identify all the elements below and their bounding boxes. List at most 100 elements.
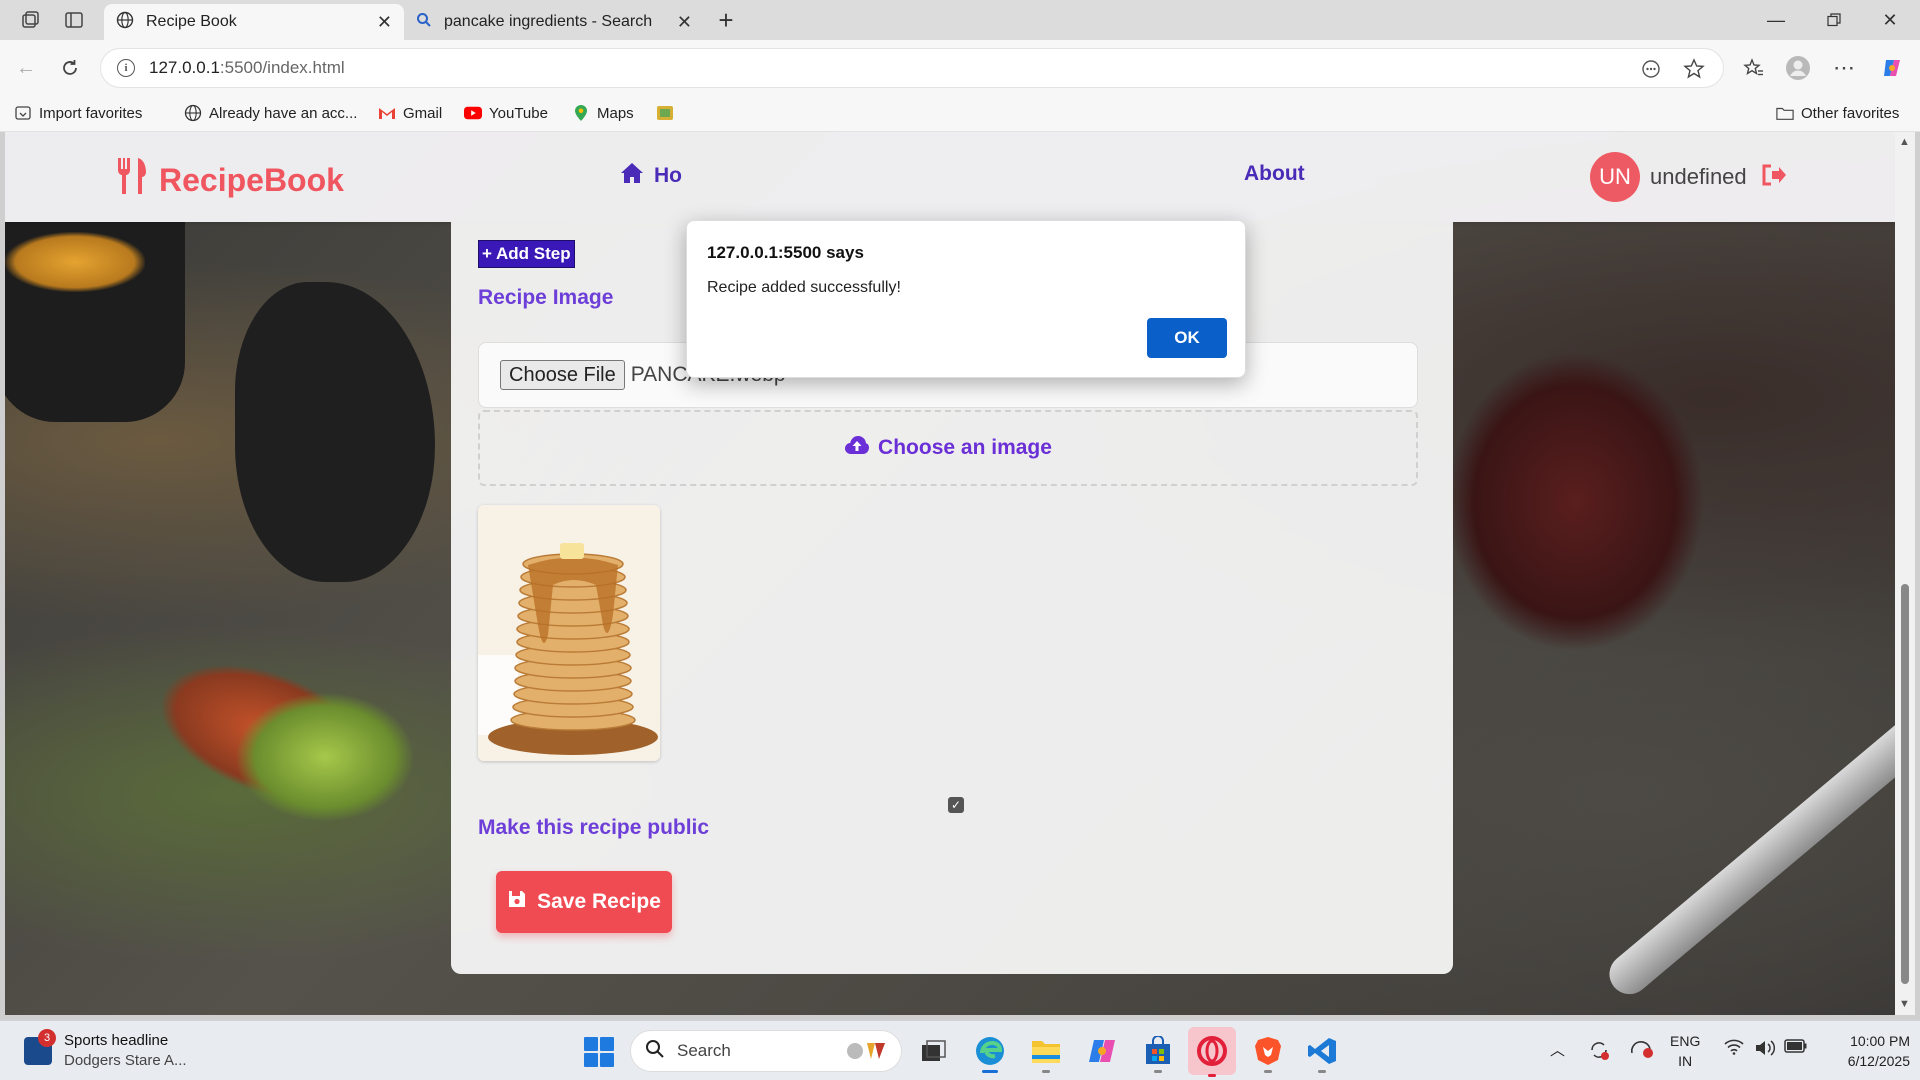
url-host: 127.0.0.1 (149, 58, 220, 77)
lang-bottom: IN (1678, 1053, 1693, 1069)
close-icon[interactable]: ✕ (677, 12, 692, 33)
reading-options-icon[interactable] (1641, 59, 1661, 84)
nav-about[interactable]: About (1244, 162, 1305, 186)
url-path: :5500/index.html (219, 58, 345, 77)
sync-icon[interactable] (1588, 1039, 1610, 1061)
fav-label: Maps (597, 104, 634, 122)
add-step-button[interactable]: + Add Step (478, 240, 575, 268)
store-icon[interactable] (1138, 1031, 1178, 1073)
recipe-image-label: Recipe Image (478, 286, 614, 309)
workspaces-icon[interactable] (18, 8, 42, 32)
fav-gmail[interactable]: Gmail (378, 104, 442, 122)
logout-icon[interactable] (1761, 164, 1787, 191)
favorites-icon[interactable] (1740, 54, 1768, 82)
maps-icon (572, 104, 590, 122)
site-header: RecipeBook Ho About UN undefined (5, 132, 1900, 222)
fav-label: Import favorites (39, 104, 143, 122)
favorites-bar: Import favorites Already have an acc... … (0, 96, 1920, 132)
restore-icon[interactable] (1820, 6, 1848, 34)
lang-top: ENG (1670, 1033, 1701, 1049)
minimize-icon[interactable]: — (1762, 6, 1790, 34)
tab-recipe-book[interactable]: Recipe Book ✕ (104, 4, 404, 40)
more-icon[interactable]: ⋯ (1830, 54, 1858, 82)
vertical-tabs-icon[interactable] (62, 8, 86, 32)
alert-ok-button[interactable]: OK (1147, 318, 1227, 358)
cloud-upload-icon (844, 435, 870, 461)
alert-title: 127.0.0.1:5500 says (707, 243, 864, 262)
show-hidden-icons[interactable]: ︿ (1550, 1039, 1565, 1060)
dropzone-label: Choose an image (878, 436, 1052, 459)
task-view-icon[interactable] (914, 1031, 954, 1071)
close-icon[interactable]: ✕ (377, 12, 392, 33)
url-input[interactable]: i 127.0.0.1:5500/index.html (100, 48, 1724, 88)
brand-logo[interactable]: RecipeBook (115, 156, 344, 204)
news-headline: Sports headline (64, 1032, 169, 1049)
fav-label: Already have an acc... (209, 104, 358, 122)
language-indicator[interactable]: ENG IN (1670, 1031, 1700, 1071)
youtube-icon (464, 104, 482, 122)
clock-date: 6/12/2025 (1847, 1053, 1910, 1069)
alert-dialog: 127.0.0.1:5500 says Recipe added success… (686, 220, 1246, 378)
nav-home-label: Ho (654, 164, 682, 187)
fav-maps[interactable]: Maps (572, 104, 634, 122)
alert-message: Recipe added successfully! (707, 279, 901, 296)
fav-folder[interactable] (656, 104, 681, 122)
fav-youtube[interactable]: YouTube (464, 104, 548, 122)
taskbar-search-placeholder: Search (677, 1041, 731, 1060)
scroll-up-icon[interactable]: ▲ (1899, 136, 1910, 148)
tab-pancake-search[interactable]: pancake ingredients - Search ✕ (404, 4, 704, 40)
close-window-icon[interactable]: ✕ (1876, 6, 1904, 34)
new-tab-button[interactable]: + (714, 5, 738, 35)
page-viewport: RecipeBook Ho About UN undefined + Add S… (5, 132, 1900, 1015)
public-checkbox[interactable]: ✓ (948, 797, 964, 813)
taskbar: 3 Sports headline Dodgers Stare A... Sea… (0, 1020, 1920, 1080)
user-menu[interactable]: UN undefined (1590, 152, 1787, 202)
home-icon (620, 162, 644, 190)
news-badge: 3 (38, 1029, 56, 1047)
avatar[interactable]: UN (1590, 152, 1640, 202)
scroll-thumb[interactable] (1901, 584, 1909, 984)
copilot-icon[interactable] (1878, 54, 1906, 82)
edge-icon[interactable] (970, 1031, 1010, 1073)
fav-already-have-account[interactable]: Already have an acc... (184, 104, 357, 122)
news-subtitle: Dodgers Stare A... (64, 1052, 187, 1069)
profile-icon[interactable] (1784, 54, 1812, 82)
copilot-app-icon[interactable] (1082, 1031, 1122, 1071)
fav-label: Other favorites (1801, 104, 1900, 122)
wifi-icon[interactable] (1724, 1039, 1744, 1055)
brave-icon[interactable] (1248, 1031, 1288, 1073)
back-arrow-icon[interactable]: ← (12, 54, 40, 82)
fav-other-favorites[interactable]: Other favorites (1776, 104, 1899, 122)
vscode-icon[interactable] (1302, 1031, 1342, 1073)
system-clock[interactable]: 10:00 PM 6/12/2025 (1822, 1031, 1910, 1071)
refresh-icon[interactable] (56, 54, 84, 82)
floppy-disk-icon (507, 889, 527, 915)
search-highlight-icon (845, 1039, 889, 1068)
file-explorer-icon[interactable] (1026, 1031, 1066, 1073)
taskbar-search[interactable]: Search (630, 1030, 902, 1072)
folder-image-icon (656, 104, 674, 122)
choose-file-button[interactable]: Choose File (500, 360, 625, 390)
public-label: Make this recipe public (478, 816, 710, 839)
utensils-icon (115, 156, 149, 204)
volume-icon[interactable] (1754, 1039, 1776, 1057)
news-icon: 3 (24, 1029, 56, 1065)
import-icon (14, 104, 32, 122)
scroll-down-icon[interactable]: ▼ (1899, 998, 1910, 1010)
save-recipe-button[interactable]: Save Recipe (496, 871, 672, 933)
news-widget[interactable]: 3 Sports headline Dodgers Stare A... (24, 1029, 187, 1071)
network-alert-icon[interactable] (1630, 1039, 1654, 1059)
address-toolbar: ← i 127.0.0.1:5500/index.html ⋯ (0, 40, 1920, 96)
tab-label: pancake ingredients - Search (444, 13, 653, 30)
nav-home[interactable]: Ho (620, 162, 682, 190)
fav-import-favorites[interactable]: Import favorites (14, 104, 142, 122)
site-info-icon[interactable]: i (117, 59, 135, 77)
image-dropzone[interactable]: Choose an image (478, 410, 1418, 486)
globe-icon (116, 11, 134, 34)
opera-icon[interactable] (1188, 1027, 1236, 1077)
nav-about-label: About (1244, 162, 1305, 185)
start-button[interactable] (584, 1037, 614, 1067)
battery-icon[interactable] (1784, 1039, 1808, 1053)
star-icon[interactable] (1683, 58, 1705, 85)
page-scrollbar[interactable]: ▲ ▼ (1895, 132, 1915, 1015)
